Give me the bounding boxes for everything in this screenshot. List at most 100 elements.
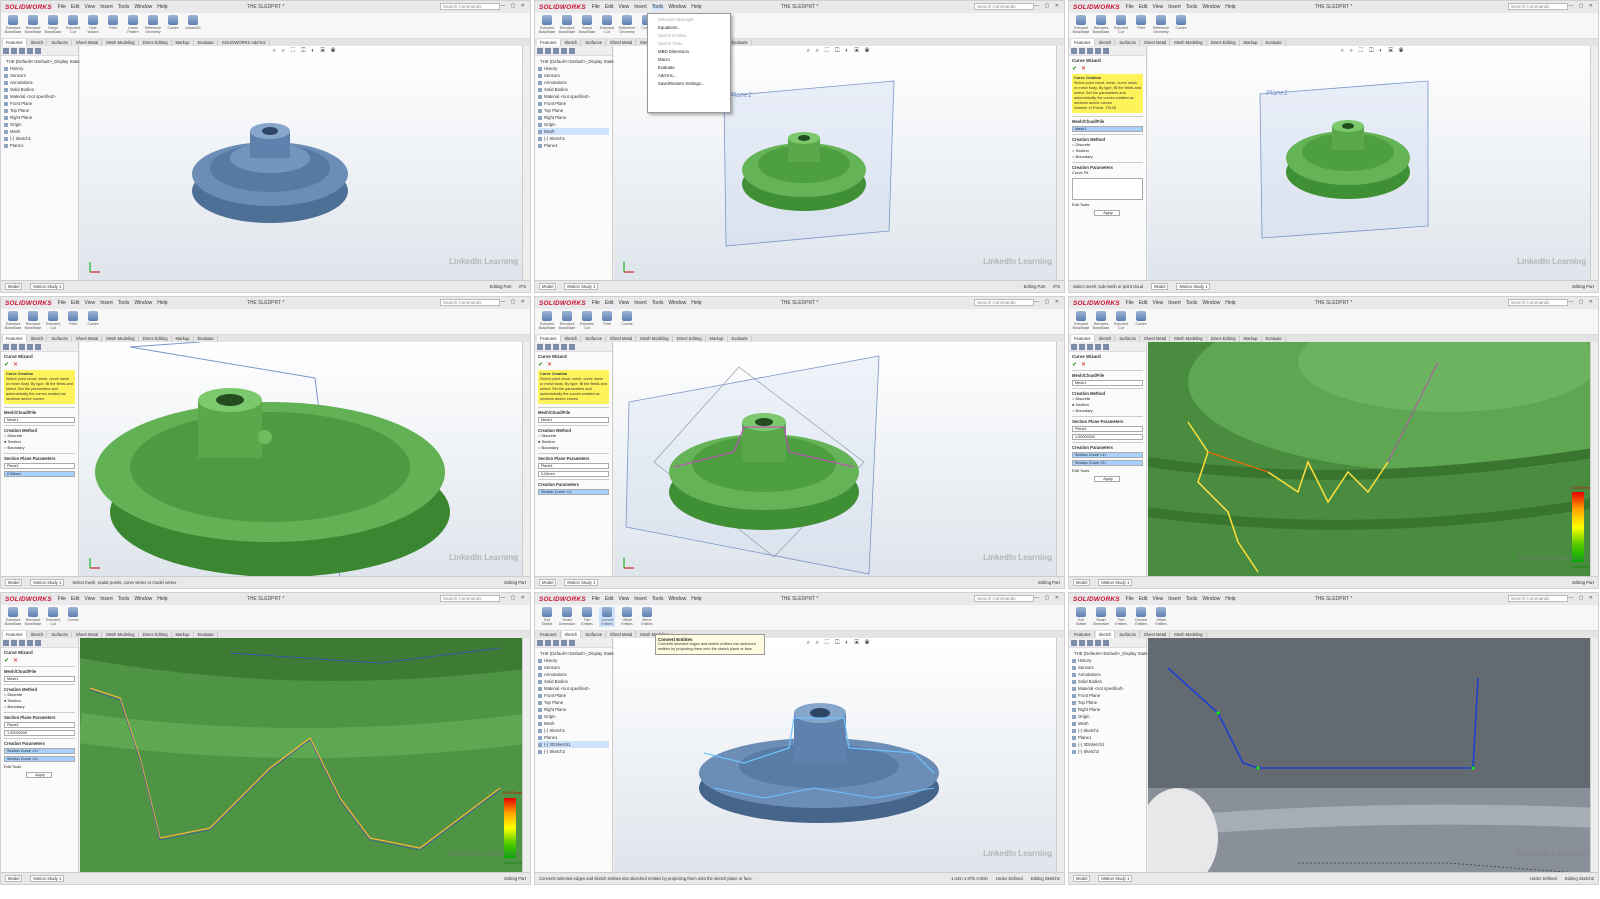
tree-item-material[interactable]: Material <not specified> bbox=[1072, 685, 1143, 692]
menu-help[interactable]: Help bbox=[1225, 4, 1235, 10]
window-controls[interactable]: — ▢ ✕ bbox=[1568, 299, 1595, 305]
mesh-selection-field[interactable]: Mesh1 bbox=[4, 417, 75, 423]
menu-item-add-ins[interactable]: Add-Ins... bbox=[650, 72, 728, 80]
menu-help[interactable]: Help bbox=[157, 300, 167, 306]
tree-item-sensors[interactable]: Sensors bbox=[538, 72, 609, 79]
graphics-area[interactable]: 0.0970mm 0.0000mm LinkedIn Learning bbox=[1148, 342, 1598, 576]
heads-up-toolbar[interactable]: ⌕ ⌕ ⬚ ◫ ◐ ▣ ◉ bbox=[273, 48, 338, 55]
menu-edit[interactable]: Edit bbox=[71, 300, 80, 306]
plane-offset-field[interactable]: 1.00000000 bbox=[4, 730, 75, 736]
tree-item-history[interactable]: History bbox=[4, 65, 75, 72]
model-tab[interactable]: Model bbox=[5, 283, 23, 290]
search-input[interactable]: Search Commands bbox=[974, 595, 1034, 602]
curves-button[interactable]: Curves bbox=[65, 607, 81, 627]
model-tab[interactable]: Model bbox=[539, 579, 557, 586]
tab-sketch[interactable]: Sketch bbox=[1096, 39, 1116, 46]
search-input[interactable]: Search Commands bbox=[1508, 595, 1568, 602]
manager-tabs[interactable] bbox=[535, 342, 612, 352]
tree-item-mesh[interactable]: Mesh bbox=[538, 720, 609, 727]
menu-tools[interactable]: Tools bbox=[1186, 596, 1198, 602]
tab-features[interactable]: Features bbox=[3, 39, 27, 46]
tree-item-origin[interactable]: Origin bbox=[1072, 713, 1143, 720]
task-pane[interactable] bbox=[1590, 638, 1598, 872]
cancel-icon[interactable]: ✕ bbox=[13, 362, 18, 368]
swept-boss-button[interactable]: Swept Boss/Base bbox=[45, 15, 61, 35]
tree-item-material[interactable]: Material <not specified> bbox=[538, 93, 609, 100]
window-controls[interactable]: — ▢ ✕ bbox=[1034, 299, 1061, 305]
tab-markup[interactable]: Markup bbox=[707, 335, 728, 342]
tab-surfaces[interactable]: Surfaces bbox=[582, 335, 606, 342]
search-input[interactable]: Search Commands bbox=[974, 299, 1034, 306]
tab-direct-editing[interactable]: Direct Editing bbox=[140, 631, 172, 638]
tab-mesh-modeling[interactable]: Mesh Modeling bbox=[103, 335, 139, 342]
task-pane[interactable] bbox=[522, 46, 530, 280]
tab-mesh-modeling[interactable]: Mesh Modeling bbox=[637, 335, 673, 342]
revolved-boss-button[interactable]: Revolved Boss/Base bbox=[25, 15, 41, 35]
tree-item-plane1[interactable]: Plane1 bbox=[538, 142, 609, 149]
tree-item-sensors[interactable]: Sensors bbox=[4, 72, 75, 79]
tab-addins[interactable]: SOLIDWORKS Add-Ins bbox=[219, 39, 270, 46]
apply-button[interactable]: Apply bbox=[1094, 476, 1120, 482]
tab-sheet-metal[interactable]: Sheet Metal bbox=[1141, 335, 1171, 342]
menu-view[interactable]: View bbox=[618, 4, 629, 10]
menu-help[interactable]: Help bbox=[1225, 300, 1235, 306]
graphics-area[interactable]: ⌕ ⌕ ⬚ ◫ ◐ ▣ ◉ LinkedIn Learning bbox=[80, 46, 530, 280]
menu-insert[interactable]: Insert bbox=[100, 300, 113, 306]
heads-up-toolbar[interactable]: ⌕ ⌕ ⬚ ◫ ◐ ▣ ◉ bbox=[807, 48, 872, 55]
menu-view[interactable]: View bbox=[84, 596, 95, 602]
ok-cancel-buttons[interactable]: ✔ ✕ bbox=[4, 361, 75, 368]
model-tab[interactable]: Model bbox=[5, 579, 23, 586]
tree-item-right-plane[interactable]: Right Plane bbox=[4, 114, 75, 121]
tab-evaluate[interactable]: Evaluate bbox=[195, 631, 218, 638]
curves-button[interactable]: Curves bbox=[619, 311, 635, 331]
menu-tools[interactable]: Tools bbox=[118, 4, 130, 10]
revolved-boss-button[interactable]: Revolved Boss/Base bbox=[559, 311, 575, 331]
menu-help[interactable]: Help bbox=[157, 4, 167, 10]
tab-sheet-metal[interactable]: Sheet Metal bbox=[607, 335, 637, 342]
tree-item-sensors[interactable]: Sensors bbox=[1072, 664, 1143, 671]
tab-mesh-modeling[interactable]: Mesh Modeling bbox=[1171, 39, 1207, 46]
tree-item-solid-bodies[interactable]: Solid Bodies bbox=[538, 678, 609, 685]
tab-sketch[interactable]: Sketch bbox=[562, 335, 582, 342]
extruded-cut-button[interactable]: Extruded Cut bbox=[1113, 15, 1129, 35]
menu-window[interactable]: Window bbox=[134, 596, 152, 602]
offset-entities-button[interactable]: Offset Entities bbox=[1153, 607, 1169, 627]
menu-tools[interactable]: Tools bbox=[1186, 4, 1198, 10]
tab-markup[interactable]: Markup bbox=[173, 631, 194, 638]
extruded-cut-button[interactable]: Extruded Cut bbox=[599, 15, 615, 35]
tab-features[interactable]: Features bbox=[3, 631, 27, 638]
tab-direct-editing[interactable]: Direct Editing bbox=[140, 335, 172, 342]
instant3d-button[interactable]: Instant3D bbox=[185, 15, 201, 35]
graphics-area[interactable]: ⌕ ⌕ ⬚ ◫ ◐ ▣ ◉ Plane1 LinkedIn Learning bbox=[1148, 46, 1598, 280]
menu-help[interactable]: Help bbox=[1225, 596, 1235, 602]
tab-sheet-metal[interactable]: Sheet Metal bbox=[73, 631, 103, 638]
tab-evaluate[interactable]: Evaluate bbox=[195, 335, 218, 342]
menu-edit[interactable]: Edit bbox=[1139, 300, 1148, 306]
menu-insert[interactable]: Insert bbox=[634, 4, 647, 10]
menu-edit[interactable]: Edit bbox=[605, 300, 614, 306]
tab-surfaces[interactable]: Surfaces bbox=[1116, 39, 1140, 46]
window-controls[interactable]: — ▢ ✕ bbox=[500, 3, 527, 9]
tree-item-solid-bodies[interactable]: Solid Bodies bbox=[1072, 678, 1143, 685]
smart-dimension-button[interactable]: Smart Dimension bbox=[559, 607, 575, 627]
tree-item-part[interactable]: THE (Default<<Default>_Display State 1>) bbox=[538, 58, 621, 65]
tab-surfaces[interactable]: Surfaces bbox=[582, 631, 606, 638]
tree-item-mesh[interactable]: Mesh bbox=[4, 128, 75, 135]
tab-surfaces[interactable]: Surfaces bbox=[48, 335, 72, 342]
heads-up-toolbar[interactable]: ⌕ ⌕ ⬚ ◫ ◐ ▣ ◉ bbox=[807, 640, 872, 647]
ok-cancel-buttons[interactable]: ✔ ✕ bbox=[1072, 65, 1143, 72]
menu-file[interactable]: File bbox=[592, 596, 600, 602]
search-input[interactable]: Search Commands bbox=[974, 3, 1034, 10]
trim-entities-button[interactable]: Trim Entities bbox=[1113, 607, 1129, 627]
tab-evaluate[interactable]: Evaluate bbox=[729, 335, 752, 342]
tree-item-3dsketch1[interactable]: (-) 3DSketch1 bbox=[538, 741, 609, 748]
tab-sheet-metal[interactable]: Sheet Metal bbox=[1141, 39, 1171, 46]
tab-direct-editing[interactable]: Direct Editing bbox=[140, 39, 172, 46]
plane-offset-field[interactable]: 1.00000000 bbox=[1072, 434, 1143, 440]
fillet-button[interactable]: Fillet bbox=[599, 311, 615, 331]
tree-item-mesh[interactable]: Mesh bbox=[1072, 720, 1143, 727]
menu-tools[interactable]: Tools bbox=[118, 300, 130, 306]
task-pane[interactable] bbox=[1056, 342, 1064, 576]
menu-help[interactable]: Help bbox=[691, 596, 701, 602]
window-controls[interactable]: — ▢ ✕ bbox=[500, 595, 527, 601]
